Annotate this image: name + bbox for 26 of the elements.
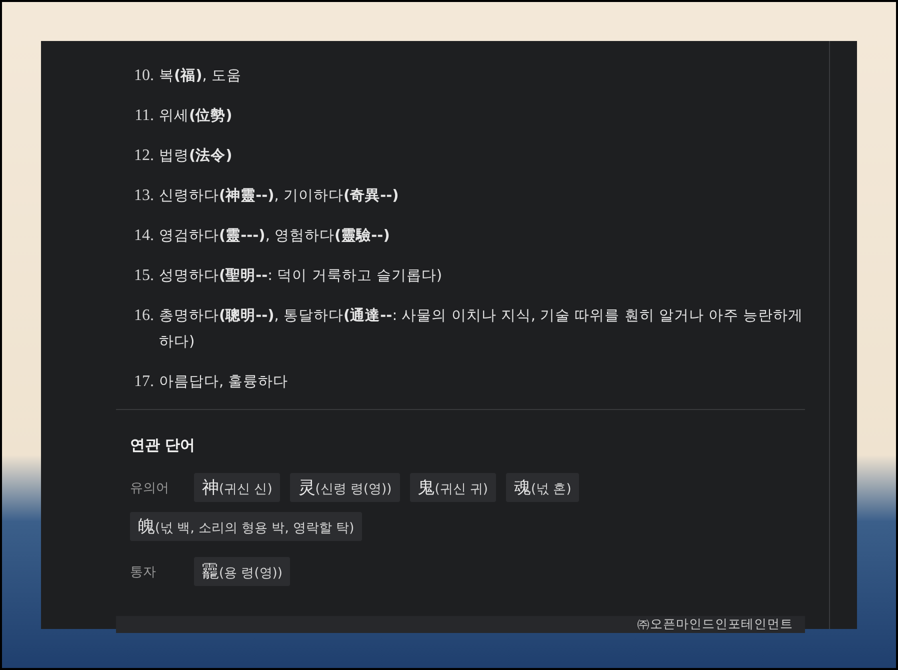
related-word-chip[interactable]: 魄(넋 백, 소리의 형용 박, 영락할 탁) (130, 512, 362, 541)
meaning-text: 영검하다(靈---), 영험하다(靈驗--) (159, 227, 391, 246)
related-word-chip[interactable]: 鬼(귀신 귀) (410, 473, 496, 502)
group-label: 통자 (130, 564, 157, 580)
meaning-text: 복(福), 도움 (159, 66, 242, 86)
related-word-chip[interactable]: 灵(신령 령(영)) (290, 473, 400, 502)
related-word-chip[interactable]: 神(귀신 신) (194, 473, 280, 502)
section-title: 연관 단어 (130, 436, 196, 455)
meaning-text: 위세(位勢) (159, 106, 234, 126)
meaning-text: 신령하다(神靈--), 기이하다(奇異--) (159, 186, 400, 206)
meaning-text: 총명하다(聰明--), 통달하다(通達--: 사물의 이치나 지식, 기술 따위를 훤히 알거나 아주 능란하게 하다) (159, 306, 804, 352)
related-word-chip[interactable]: 魂(넋 혼) (506, 473, 580, 502)
related-word-chip[interactable]: 龗(용 령(영)) (194, 557, 290, 586)
meaning-text: 성명하다(聖明--: 덕이 거룩하고 슬기롭다) (159, 267, 444, 286)
list-number: 17. (133, 372, 155, 392)
list-number: 15. (133, 266, 155, 286)
list-number: 14. (133, 226, 155, 246)
list-number: 10. (133, 66, 155, 86)
group-label: 유의어 (130, 480, 170, 496)
list-number: 11. (134, 106, 155, 126)
list-number: 16. (133, 306, 155, 326)
list-number: 12. (133, 146, 155, 166)
meaning-text: 아름답다, 훌륭하다 (159, 373, 290, 392)
meaning-text: 법령(法令) (159, 146, 234, 166)
copyright-text: ㈜오픈마인드인포테인먼트 (637, 616, 793, 633)
list-number: 13. (133, 186, 155, 206)
